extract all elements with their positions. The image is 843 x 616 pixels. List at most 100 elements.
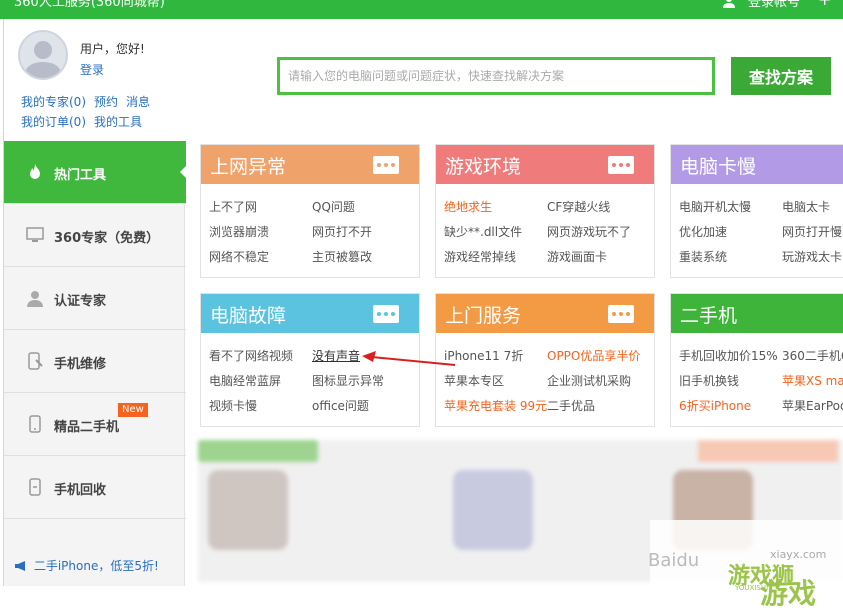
- sidebar-item-label: 手机维修: [54, 357, 107, 372]
- sidebar-item-label: 热门工具: [54, 168, 107, 183]
- card-header: 电脑故障: [201, 294, 419, 333]
- card-title[interactable]: 二手机: [680, 301, 737, 328]
- card-title[interactable]: 上网异常: [210, 152, 286, 179]
- card-link[interactable]: 企业测试机采购: [547, 372, 631, 390]
- more-icon[interactable]: [608, 156, 634, 174]
- watermark-baidu: Baidu: [648, 550, 700, 571]
- profile-panel: 用户，您好! 登录 我的专家(0) 预约 消息 我的订单(0) 我的工具: [4, 19, 186, 141]
- sidebar-item-used-phones[interactable]: 精品二手机 New: [4, 393, 186, 456]
- my-orders-link[interactable]: 我的订单(0): [21, 115, 86, 129]
- my-experts-link[interactable]: 我的专家(0): [21, 95, 86, 109]
- card-link[interactable]: QQ问题: [312, 198, 355, 216]
- title-bar: 360人工服务(360同城帮) 登录帐号 +: [0, 0, 843, 19]
- card-slow-pc: 电脑卡慢 电脑开机太慢 电脑太卡 优化加速 网页打开慢 重装系统 玩游戏太卡: [670, 144, 843, 278]
- user-icon: [27, 291, 43, 307]
- login-account-link[interactable]: 登录帐号: [748, 0, 800, 11]
- blurred-thumbnail: [208, 470, 288, 550]
- card-link[interactable]: 上不了网: [209, 198, 312, 216]
- card-link[interactable]: 看不了网络视频: [209, 347, 312, 365]
- card-link[interactable]: OPPO优品享半价: [547, 347, 640, 365]
- blurred-header: [198, 440, 318, 462]
- watermark-game: 游戏: [760, 577, 817, 610]
- card-link[interactable]: 浏览器崩溃: [209, 223, 312, 241]
- profile-links: 我的专家(0) 预约 消息 我的订单(0) 我的工具: [21, 92, 158, 132]
- card-link[interactable]: 玩游戏太卡: [782, 248, 842, 266]
- card-link[interactable]: 电脑经常蓝屏: [209, 372, 312, 390]
- card-title[interactable]: 电脑卡慢: [680, 152, 756, 179]
- card-link[interactable]: 电脑太卡: [782, 198, 830, 216]
- card-header: 二手机: [671, 294, 843, 333]
- search-input[interactable]: [280, 60, 712, 92]
- card-header: 电脑卡慢: [671, 145, 843, 184]
- promo-link[interactable]: 二手iPhone，低至5折!: [14, 557, 159, 574]
- card-header: 上门服务: [436, 294, 654, 333]
- sidebar-menu: 热门工具 360专家（免费） 认证专家 手机维修 精品二手机 New 手机回收: [4, 141, 187, 519]
- sidebar-item-hot-tools[interactable]: 热门工具: [4, 141, 187, 204]
- more-icon[interactable]: [373, 305, 399, 323]
- promo-text: 二手iPhone，低至5折!: [33, 559, 159, 573]
- blurred-header-right: [698, 440, 838, 462]
- monitor-icon: [26, 227, 44, 242]
- card-link[interactable]: 主页被篡改: [312, 248, 372, 266]
- card-onsite: 上门服务 iPhone11 7折 OPPO优品享半价 苹果本专区 企业测试机采购 苹…: [435, 293, 655, 427]
- card-link[interactable]: 图标显示异常: [312, 372, 384, 390]
- card-link[interactable]: 360二手机6: [782, 347, 843, 365]
- card-link[interactable]: 网页打不开: [312, 223, 372, 241]
- sidebar-item-phone-recycle[interactable]: 手机回收: [4, 456, 186, 519]
- card-title[interactable]: 上门服务: [445, 301, 521, 328]
- card-network: 上网异常 上不了网 QQ问题 浏览器崩溃 网页打不开 网络不稳定 主页被篡改: [200, 144, 420, 278]
- card-link[interactable]: 游戏经常掉线: [444, 248, 547, 266]
- card-game: 游戏环境 绝地求生 CF穿越火线 缺少**.dll文件 网页游戏玩不了 游戏经常掉线…: [435, 144, 655, 278]
- card-link[interactable]: 6折买iPhone: [679, 397, 782, 415]
- sidebar: 用户，您好! 登录 我的专家(0) 预约 消息 我的订单(0) 我的工具 热门工具 3…: [3, 19, 187, 586]
- card-link[interactable]: 电脑开机太慢: [679, 198, 782, 216]
- no-sound-link[interactable]: 没有声音: [312, 347, 360, 365]
- card-header: 上网异常: [201, 145, 419, 184]
- card-link[interactable]: 手机回收加价15%: [679, 347, 782, 365]
- card-link[interactable]: 网页游戏玩不了: [547, 223, 631, 241]
- phone-icon: [29, 415, 41, 433]
- sidebar-item-phone-repair[interactable]: 手机维修: [4, 330, 186, 393]
- sidebar-item-360-expert[interactable]: 360专家（免费）: [4, 204, 186, 267]
- more-icon[interactable]: [373, 156, 399, 174]
- avatar[interactable]: [18, 30, 68, 80]
- card-header: 游戏环境: [436, 145, 654, 184]
- more-icon[interactable]: [608, 305, 634, 323]
- card-title[interactable]: 游戏环境: [445, 152, 521, 179]
- card-used-phone: 二手机 手机回收加价15% 360二手机6 旧手机换钱 苹果XS ma 6折买iPh…: [670, 293, 843, 427]
- card-link[interactable]: 旧手机换钱: [679, 372, 782, 390]
- appointment-link[interactable]: 预约: [94, 95, 118, 109]
- my-tools-link[interactable]: 我的工具: [94, 115, 142, 129]
- card-link[interactable]: 视频卡慢: [209, 397, 312, 415]
- card-link[interactable]: 苹果EarPod: [782, 397, 843, 415]
- login-link[interactable]: 登录: [80, 61, 104, 78]
- flame-icon: [30, 164, 40, 179]
- card-link[interactable]: 苹果本专区: [444, 372, 547, 390]
- sidebar-item-label: 认证专家: [54, 294, 107, 309]
- sidebar-item-certified-expert[interactable]: 认证专家: [4, 267, 186, 330]
- card-link[interactable]: 网络不稳定: [209, 248, 312, 266]
- card-link[interactable]: 二手优品: [547, 397, 595, 415]
- plus-icon[interactable]: +: [818, 0, 831, 8]
- search-button[interactable]: 查找方案: [731, 57, 831, 95]
- user-icon: [723, 0, 735, 8]
- card-link[interactable]: 苹果XS ma: [782, 372, 843, 390]
- card-link[interactable]: 绝地求生: [444, 198, 547, 216]
- card-link[interactable]: 游戏画面卡: [547, 248, 607, 266]
- card-link[interactable]: CF穿越火线: [547, 198, 610, 216]
- card-link[interactable]: 优化加速: [679, 223, 782, 241]
- sidebar-item-label: 手机回收: [54, 483, 107, 498]
- sidebar-item-label: 精品二手机: [54, 420, 120, 435]
- blurred-thumbnail: [453, 470, 533, 550]
- avatar-icon: [24, 41, 62, 78]
- card-link[interactable]: office问题: [312, 397, 369, 415]
- recycle-phone-icon: [29, 478, 41, 496]
- card-link[interactable]: 缺少**.dll文件: [444, 223, 547, 241]
- messages-link[interactable]: 消息: [126, 95, 150, 109]
- card-link[interactable]: 网页打开慢: [782, 223, 842, 241]
- card-title[interactable]: 电脑故障: [210, 301, 286, 328]
- phone-repair-icon: [28, 352, 43, 370]
- search-box: [277, 57, 715, 95]
- annotation-arrow: [362, 351, 456, 366]
- card-link[interactable]: 重装系统: [679, 248, 782, 266]
